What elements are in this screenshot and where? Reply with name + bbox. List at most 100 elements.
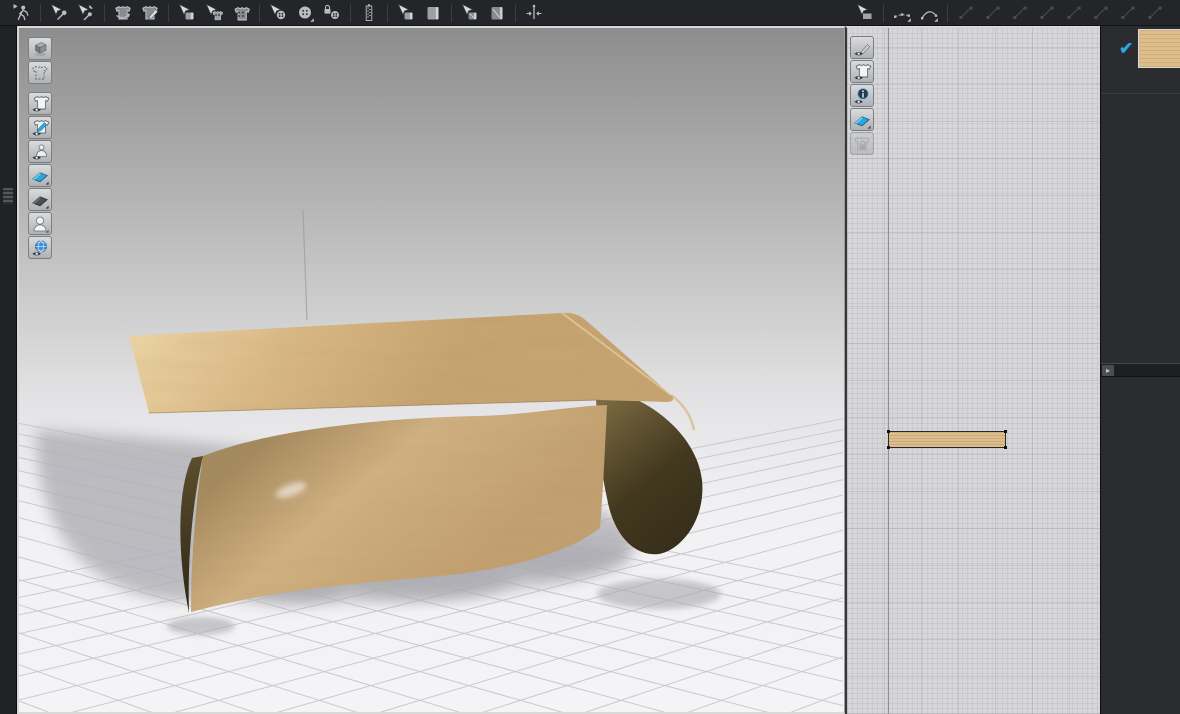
expand-arrow-icon[interactable]: ▸ (1102, 365, 1114, 376)
disabled-sewing-tool-button[interactable] (1115, 1, 1141, 25)
simulate-3d-icon (30, 39, 50, 59)
disabled-sewing-tool-icon (1064, 3, 1084, 23)
panel-splitter[interactable]: ▸ (1101, 363, 1180, 377)
avatar-head-button[interactable] (28, 212, 52, 235)
textured-surface-blue-icon (852, 110, 872, 130)
disabled-sewing-tool-button[interactable] (1061, 1, 1087, 25)
edit-garment-tool-icon (140, 3, 160, 23)
textured-surface-blue-button[interactable] (28, 164, 52, 187)
pattern-corner-handle[interactable] (887, 430, 890, 433)
show-garment-eye-button[interactable] (28, 92, 52, 115)
pattern-axis-line (888, 28, 889, 714)
segment-sewing-button[interactable] (420, 1, 446, 25)
toolbar-separator (515, 4, 516, 22)
free-sewing-tool-button[interactable] (457, 1, 483, 25)
edit-garment-tool-button[interactable] (137, 1, 163, 25)
show-stitch-pen-eye-button[interactable] (28, 116, 52, 139)
disabled-sewing-tool-button[interactable] (953, 1, 979, 25)
edit-curvature-tool-icon (919, 3, 939, 23)
show-avatar-eye-icon (30, 142, 50, 162)
toolbar-separator (387, 4, 388, 22)
select-fabric-tool-button[interactable] (174, 1, 200, 25)
avatar-walk-button[interactable] (9, 1, 35, 25)
pin-tool-icon (49, 3, 69, 23)
pattern-corner-handle[interactable] (1004, 430, 1007, 433)
disabled-sewing-tool-button[interactable] (1088, 1, 1114, 25)
drag-garment-tool-button[interactable] (110, 1, 136, 25)
avatar-head-icon (30, 214, 50, 234)
toolbar-group (262, 1, 348, 25)
textured-surface-blue-button[interactable] (850, 108, 874, 131)
pattern-piece-plank[interactable] (888, 431, 1006, 448)
application-window: ✔ ▸ (0, 0, 1180, 714)
show-seam-pen-eye-button[interactable] (850, 36, 874, 59)
show-seam-pen-eye-icon (852, 38, 872, 58)
disabled-sewing-tool-icon (1091, 3, 1111, 23)
edit-curvature-tool-button[interactable] (916, 1, 942, 25)
edit-pattern-tool-button[interactable] (889, 1, 915, 25)
free-sewing-button[interactable] (484, 1, 510, 25)
segment-sewing-tool-icon (396, 3, 416, 23)
transform-pattern-tool-icon (855, 3, 875, 23)
button-style-button[interactable] (292, 1, 318, 25)
toolbar-group (950, 1, 1171, 25)
show-environment-globe-button[interactable] (28, 236, 52, 259)
show-garment-eye-button[interactable] (850, 60, 874, 83)
checkmark-icon[interactable]: ✔ (1119, 39, 1133, 59)
view-3d-display-toolbar (28, 37, 52, 259)
button-style-icon (295, 3, 315, 23)
collapsed-left-panel[interactable] (0, 26, 17, 714)
simulate-3d-button[interactable] (28, 37, 52, 60)
disabled-sewing-tool-icon (956, 3, 976, 23)
thick-surface-dark-button[interactable] (28, 188, 52, 211)
show-buttons-icon (231, 3, 251, 23)
toolbar-group (107, 1, 166, 25)
transform-pattern-tool-button[interactable] (852, 1, 878, 25)
pattern-corner-handle[interactable] (1004, 446, 1007, 449)
detach-pin-tool-icon (524, 3, 544, 23)
toolbar-2d-tools (849, 0, 1171, 26)
plank-top-surface (129, 313, 673, 413)
place-button-tool-button[interactable] (265, 1, 291, 25)
pin-remove-tool-button[interactable] (73, 1, 99, 25)
panel-gripper-handle[interactable] (3, 188, 13, 204)
free-sewing-icon (487, 3, 507, 23)
pin-tool-button[interactable] (46, 1, 72, 25)
viewport-3d[interactable] (17, 26, 845, 714)
view-2d-display-toolbar (850, 36, 874, 155)
edit-pattern-tool-icon (892, 3, 912, 23)
toolbar-group (849, 1, 881, 25)
toolbar-separator (40, 4, 41, 22)
fit-garment-dashed-button[interactable] (28, 61, 52, 84)
main-toolbar (0, 0, 1180, 26)
disabled-sewing-tool-button[interactable] (1034, 1, 1060, 25)
disabled-sewing-tool-button[interactable] (980, 1, 1006, 25)
show-buttons-button[interactable] (228, 1, 254, 25)
viewport-2d[interactable] (845, 26, 1100, 714)
fabric-list-item[interactable]: ✔ (1101, 26, 1180, 94)
show-environment-globe-icon (30, 238, 50, 258)
detach-pin-tool-button[interactable] (521, 1, 547, 25)
toolbar-separator (350, 4, 351, 22)
show-avatar-eye-button[interactable] (28, 140, 52, 163)
toolbar-group (171, 1, 257, 25)
pin-remove-tool-icon (76, 3, 96, 23)
textured-surface-blue-icon (30, 166, 50, 186)
pattern-corner-handle[interactable] (887, 446, 890, 449)
disabled-sewing-tool-button[interactable] (1142, 1, 1168, 25)
toolbar-group (886, 1, 945, 25)
show-stitch-pen-eye-icon (30, 118, 50, 138)
disabled-sewing-tool-button[interactable] (1007, 1, 1033, 25)
zipper-tool-button[interactable] (356, 1, 382, 25)
show-info-eye-button[interactable] (850, 84, 874, 107)
segment-sewing-tool-button[interactable] (393, 1, 419, 25)
pattern-locked-button[interactable] (850, 132, 874, 155)
toolbar-separator (259, 4, 260, 22)
fabric-swatch[interactable] (1138, 29, 1180, 68)
toolbar-group (454, 1, 513, 25)
toolbar-group (43, 1, 102, 25)
toolbar-group (6, 1, 38, 25)
buttonhole-lock-button[interactable] (319, 1, 345, 25)
attach-button-tool-button[interactable] (201, 1, 227, 25)
toolbar-separator (168, 4, 169, 22)
